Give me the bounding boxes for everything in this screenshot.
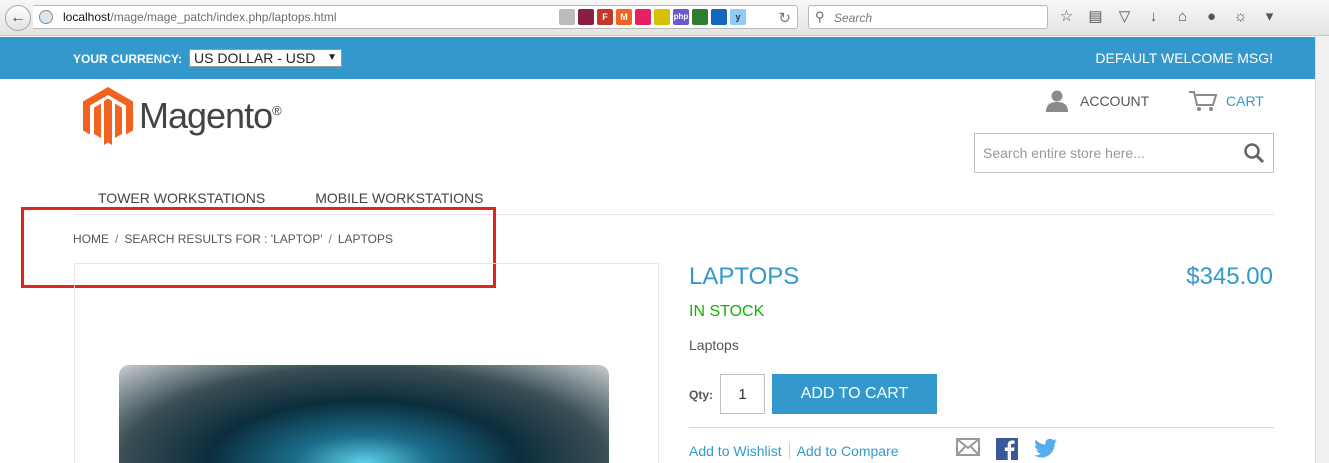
- wave-icon[interactable]: [711, 9, 727, 25]
- cart-link[interactable]: CART: [1188, 90, 1264, 112]
- person-icon: [1046, 90, 1068, 112]
- facebook-icon[interactable]: [996, 438, 1018, 460]
- reader-view-icon[interactable]: [559, 9, 575, 25]
- browser-toolbar: ← localhost/mage/mage_patch/index.php/la…: [0, 0, 1329, 36]
- feather-icon[interactable]: [578, 9, 594, 25]
- globe-icon: [39, 10, 53, 24]
- link-separator: [788, 443, 790, 459]
- cart-icon: [1189, 91, 1218, 111]
- welcome-message: DEFAULT WELCOME MSG!: [1095, 50, 1273, 66]
- store-search: [974, 133, 1274, 173]
- currency-select[interactable]: US DOLLAR - USD ▼: [189, 49, 342, 67]
- twitter-icon[interactable]: [1034, 438, 1058, 458]
- magento-ext-icon[interactable]: M: [616, 9, 632, 25]
- store-topbar: YOUR CURRENCY: US DOLLAR - USD ▼ DEFAULT…: [0, 37, 1315, 79]
- home-icon[interactable]: ⌂: [1174, 7, 1191, 27]
- currency-label: YOUR CURRENCY:: [73, 52, 183, 66]
- search-icon: ⚲: [815, 9, 825, 24]
- chat-icon[interactable]: ●: [1203, 7, 1220, 27]
- star-icon[interactable]: ☆: [1058, 7, 1075, 27]
- url-text[interactable]: localhost/mage/mage_patch/index.php/lapt…: [63, 10, 337, 24]
- chevron-down-icon: ▼: [327, 52, 337, 63]
- search-button-icon[interactable]: [1243, 142, 1265, 164]
- mail-icon[interactable]: [956, 438, 980, 456]
- store-logo[interactable]: Magento®: [83, 87, 282, 145]
- product-name: LAPTOPS: [689, 263, 800, 290]
- browser-search-placeholder: Search: [834, 11, 873, 25]
- php-icon[interactable]: php: [673, 9, 689, 25]
- share-links: [956, 438, 1058, 460]
- lock-icon[interactable]: [654, 9, 670, 25]
- qty-input[interactable]: [720, 374, 765, 414]
- extension-icons: F M php y: [559, 9, 746, 25]
- extension-icon[interactable]: ☼: [1232, 7, 1249, 27]
- actions-divider: [689, 427, 1274, 428]
- back-icon[interactable]: ←: [5, 5, 31, 31]
- flash-icon[interactable]: F: [597, 9, 613, 25]
- nav-item-mobile-workstations[interactable]: MOBILE WORKSTATIONS: [315, 190, 483, 206]
- product-short-description: Laptops: [689, 337, 739, 353]
- magento-logo-icon: [83, 87, 133, 145]
- browser-toolbar-icons: ☆ ▤ ▽ ↓ ⌂ ● ☼ ▾: [1058, 7, 1278, 27]
- account-link[interactable]: ACCOUNT: [1045, 90, 1149, 112]
- cart-label: CART: [1226, 93, 1264, 109]
- qty-label: Qty:: [689, 388, 713, 402]
- add-to-compare-link[interactable]: Add to Compare: [797, 443, 899, 459]
- download-icon[interactable]: ↓: [1145, 7, 1162, 27]
- reload-icon[interactable]: ↻: [778, 9, 791, 27]
- account-label: ACCOUNT: [1080, 93, 1150, 109]
- nav-item-tower-workstations[interactable]: TOWER WORKSTATIONS: [98, 190, 265, 206]
- page-scrollbar[interactable]: [1315, 36, 1329, 463]
- add-to-wishlist-link[interactable]: Add to Wishlist: [689, 443, 782, 459]
- windows-icon[interactable]: [692, 9, 708, 25]
- y-icon[interactable]: y: [730, 9, 746, 25]
- store-search-input[interactable]: [975, 134, 1235, 172]
- product-image[interactable]: [119, 365, 609, 463]
- category-nav: TOWER WORKSTATIONS MOBILE WORKSTATIONS: [98, 190, 484, 206]
- menu-icon[interactable]: ▾: [1261, 7, 1278, 27]
- product-price: $345.00: [1186, 263, 1273, 290]
- add-to-links: Add to Wishlist Add to Compare: [689, 443, 899, 459]
- stairs-icon[interactable]: [635, 9, 651, 25]
- reader-icon[interactable]: ▤: [1087, 7, 1104, 27]
- logo-text: Magento®: [139, 95, 282, 136]
- url-bar[interactable]: localhost/mage/mage_patch/index.php/lapt…: [33, 5, 798, 29]
- browser-search-bar[interactable]: ⚲ Search: [808, 5, 1048, 29]
- stock-status: IN STOCK: [689, 303, 765, 320]
- add-to-cart-button[interactable]: ADD TO CART: [772, 374, 937, 414]
- pocket-icon[interactable]: ▽: [1116, 7, 1133, 27]
